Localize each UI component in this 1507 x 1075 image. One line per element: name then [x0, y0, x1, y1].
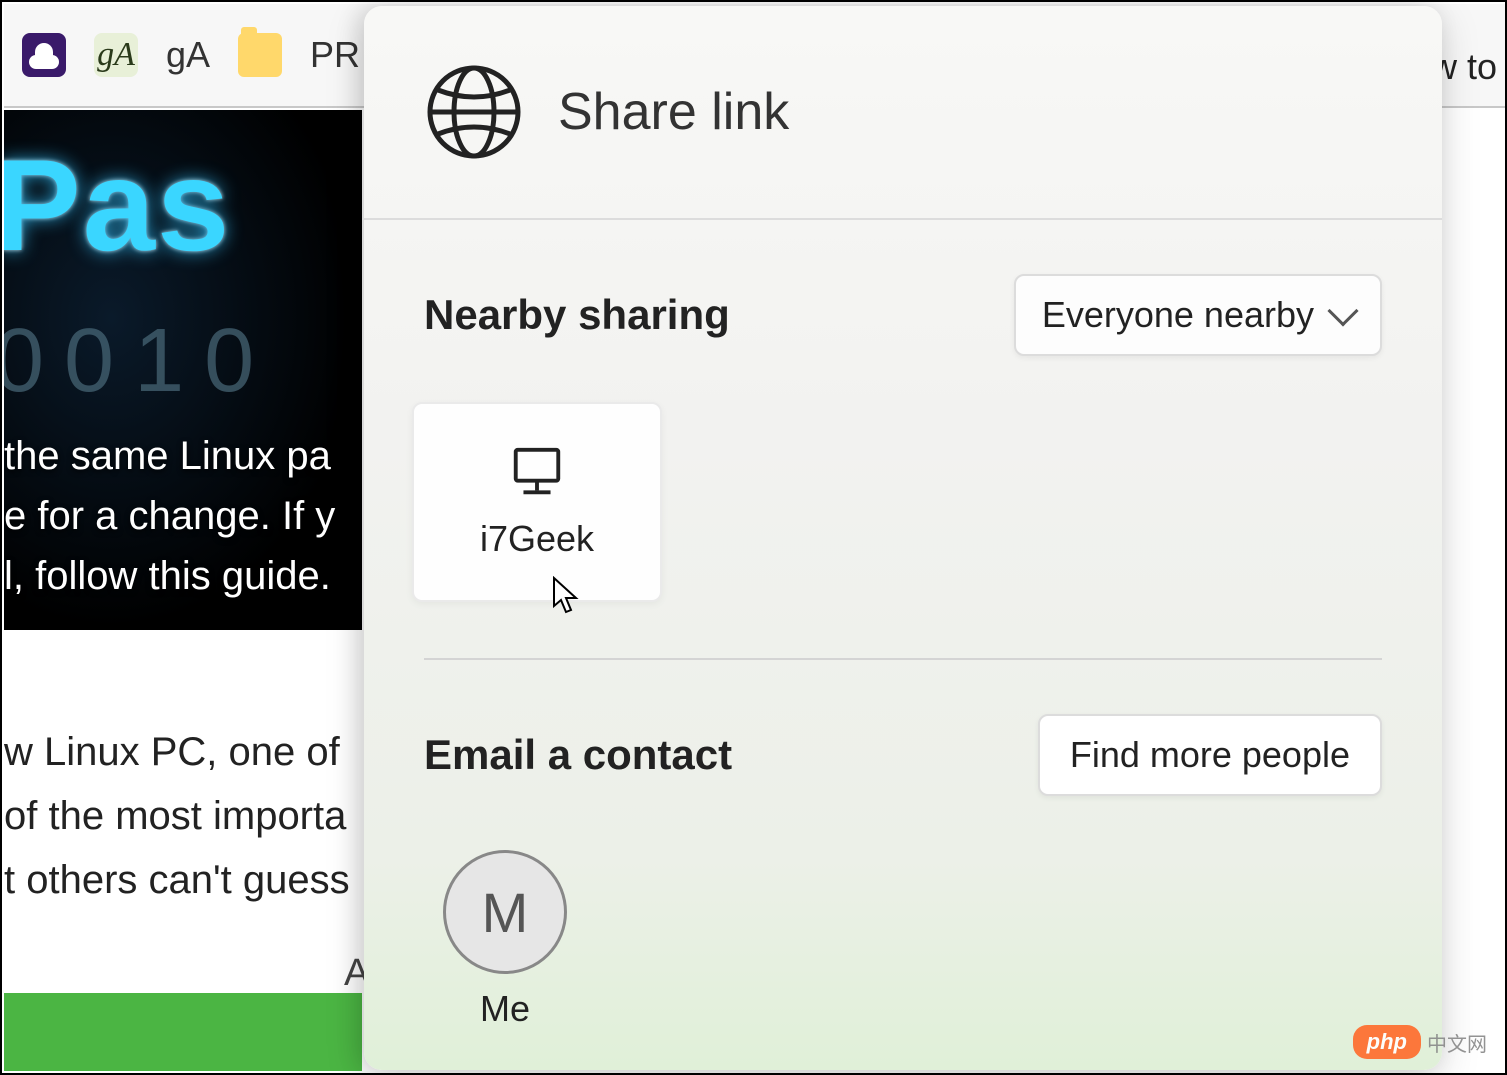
bookmark-ga-icon[interactable]: gA: [94, 33, 138, 77]
hero-caption-line: e for a change. If y: [4, 486, 335, 546]
article-body: w Linux PC, one of of the most importa t…: [4, 630, 364, 912]
nearby-device-card[interactable]: i7Geek: [412, 402, 662, 602]
folder-icon[interactable]: [238, 33, 282, 77]
email-contact-heading: Email a contact: [424, 731, 732, 779]
hero-caption-line: l, follow this guide.: [4, 546, 335, 606]
globe-icon: [424, 62, 524, 162]
desktop-icon: [508, 444, 566, 502]
contact-item[interactable]: M Me: [440, 850, 570, 1030]
article-hero-image: Pas 0010 the same Linux pa e for a chang…: [4, 110, 362, 630]
share-dialog: Share link Nearby sharing Everyone nearb…: [364, 6, 1442, 1070]
nearby-sharing-section: Nearby sharing Everyone nearby: [364, 220, 1442, 376]
nearby-scope-selected: Everyone nearby: [1042, 294, 1314, 336]
bookmark-ga-text[interactable]: gA: [166, 33, 210, 77]
background-article: Pas 0010 the same Linux pa e for a chang…: [4, 110, 364, 1070]
contacts-grid: M Me: [364, 816, 1442, 1064]
bookmark-user-icon[interactable]: [22, 33, 66, 77]
article-body-line: t others can't guess: [4, 848, 364, 912]
hero-caption-line: the same Linux pa: [4, 426, 335, 486]
watermark: php 中文网: [1353, 1025, 1487, 1059]
article-body-line: of the most importa: [4, 784, 364, 848]
share-header: Share link: [364, 6, 1442, 220]
bookmark-pr-label[interactable]: PR: [310, 33, 360, 77]
watermark-brand: php: [1353, 1025, 1421, 1059]
contact-label: Me: [480, 988, 530, 1030]
share-dialog-title: Share link: [558, 82, 789, 142]
hero-neon-text: Pas: [4, 130, 231, 280]
article-body-line: w Linux PC, one of: [4, 720, 364, 784]
avatar: M: [443, 850, 567, 974]
article-green-bar: [4, 993, 362, 1071]
nearby-sharing-heading: Nearby sharing: [424, 291, 730, 339]
hero-binary-text: 0010: [4, 310, 274, 413]
nearby-scope-dropdown[interactable]: Everyone nearby: [1014, 274, 1382, 356]
watermark-suffix: 中文网: [1427, 1028, 1487, 1057]
hero-caption: the same Linux pa e for a change. If y l…: [4, 426, 335, 606]
nearby-devices-grid: i7Geek: [364, 376, 1442, 628]
email-contact-section: Email a contact Find more people: [364, 660, 1442, 816]
find-more-people-button[interactable]: Find more people: [1038, 714, 1382, 796]
nearby-device-name: i7Geek: [480, 518, 594, 560]
chevron-down-icon: [1327, 295, 1358, 326]
